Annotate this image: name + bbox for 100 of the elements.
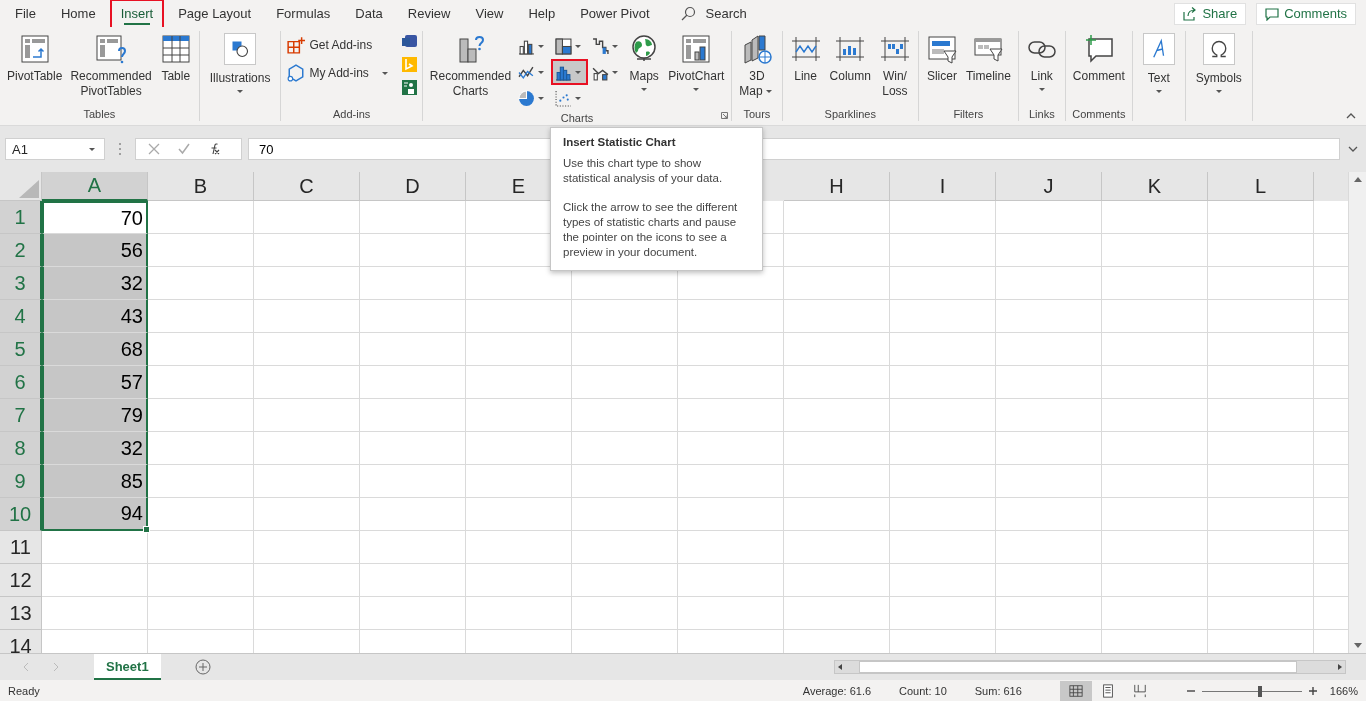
ribbon-button[interactable]: Recommended PivotTables [67, 31, 155, 101]
selected-cell[interactable]: 94 [42, 498, 148, 531]
row-header[interactable]: 5 [0, 333, 42, 366]
search-field[interactable]: Search [703, 5, 778, 22]
app-icon[interactable] [400, 33, 418, 50]
ribbon-button[interactable]: Get Add-ins [285, 31, 393, 59]
caret-icon [89, 147, 95, 151]
row-header[interactable]: 6 [0, 366, 42, 399]
selected-cell[interactable]: 68 [42, 333, 148, 366]
scroll-down-icon[interactable] [1353, 643, 1362, 649]
row-header[interactable]: 12 [0, 564, 42, 597]
ribbon-button[interactable]: Symbols [1189, 31, 1248, 99]
ribbon-button[interactable]: Link [1022, 31, 1061, 97]
scrollbar-thumb[interactable] [859, 661, 1297, 673]
ribbon-tab[interactable]: Page Layout [169, 0, 261, 27]
column-header[interactable]: H [784, 172, 890, 201]
row-header[interactable]: 14 [0, 630, 42, 653]
row-header[interactable]: 9 [0, 465, 42, 498]
selected-cell[interactable]: 57 [42, 366, 148, 399]
ribbon-button[interactable]: PivotChart [665, 31, 728, 97]
ribbon-button[interactable]: Illustrations [203, 31, 277, 99]
vertical-scrollbar[interactable] [1348, 172, 1366, 653]
horizontal-scrollbar[interactable] [834, 660, 1346, 674]
share-button[interactable]: Share [1174, 2, 1247, 25]
name-box[interactable]: A1 [5, 138, 105, 160]
selected-cell[interactable]: 43 [42, 300, 148, 333]
row-header[interactable]: 13 [0, 597, 42, 630]
column-header[interactable]: D [360, 172, 466, 201]
zoom-level[interactable]: 166% [1329, 685, 1358, 697]
cell-value: 79 [120, 403, 143, 427]
caret-icon [575, 96, 582, 100]
row-header[interactable]: 8 [0, 432, 42, 465]
ribbon-button[interactable]: Column [826, 31, 874, 86]
ribbon-tab[interactable]: Insert [111, 0, 163, 27]
ribbon-tab[interactable]: Data [346, 0, 392, 27]
ribbon-button[interactable]: Line [786, 31, 825, 86]
chart-type-button[interactable] [553, 61, 587, 83]
row-header[interactable]: 2 [0, 234, 42, 267]
column-header[interactable]: C [254, 172, 360, 201]
cell-value: 57 [120, 370, 143, 394]
normal-view-icon [1068, 684, 1083, 698]
ribbon-tab[interactable]: Help [519, 0, 565, 27]
page-break-icon [1132, 684, 1147, 698]
ribbon-button[interactable]: Recommended Charts [426, 31, 515, 101]
ribbon-button[interactable]: Win/ Loss [875, 31, 914, 101]
dialog-launcher-icon[interactable] [721, 112, 729, 119]
page-layout-icon [1100, 684, 1115, 698]
row-header[interactable]: 1 [0, 201, 42, 234]
ribbon-button[interactable]: Comment [1069, 31, 1128, 86]
drag-handle-icon[interactable] [118, 142, 122, 156]
ribbon-button[interactable]: My Add-ins [285, 59, 393, 87]
selected-cell[interactable]: 79 [42, 399, 148, 432]
column-header[interactable]: J [996, 172, 1102, 201]
ribbon-button[interactable]: Table [156, 31, 195, 86]
cell-value: 32 [120, 436, 143, 460]
row-header[interactable]: 11 [0, 531, 42, 564]
selected-cell[interactable]: 32 [42, 267, 148, 300]
expand-icon[interactable] [1348, 146, 1358, 152]
ribbon-button[interactable]: Maps [625, 31, 664, 97]
column-header[interactable]: K [1102, 172, 1208, 201]
ribbon-tab[interactable]: File [6, 0, 45, 27]
group-label: Sparklines [824, 108, 876, 120]
ribbon-tab[interactable]: Formulas [267, 0, 340, 27]
sum-text: Sum: 616 [974, 685, 1022, 697]
add-sheet-icon[interactable] [194, 659, 211, 675]
ribbon-button[interactable]: Text [1136, 31, 1181, 99]
cell-value: 43 [120, 304, 143, 328]
ribbon-button[interactable]: PivotTable [4, 31, 66, 86]
sheet-tab[interactable]: Sheet1 [94, 654, 161, 680]
cell-value: 94 [120, 502, 143, 525]
selected-cell[interactable]: 32 [42, 432, 148, 465]
hierarchy-chart-icon [555, 37, 573, 55]
selected-cell[interactable]: 70 [42, 201, 148, 234]
scroll-up-icon[interactable] [1353, 176, 1362, 182]
column-header[interactable]: L [1208, 172, 1314, 201]
ribbon-tab[interactable]: Review [398, 0, 460, 27]
group-label: Tours [743, 108, 771, 120]
collapse-ribbon-icon[interactable] [1346, 113, 1356, 119]
view-button[interactable] [1059, 681, 1092, 701]
fill-handle[interactable] [143, 526, 150, 533]
row-header[interactable]: 3 [0, 267, 42, 300]
ribbon-button[interactable]: Slicer [922, 31, 961, 86]
row-header[interactable]: 7 [0, 399, 42, 432]
selected-cell[interactable]: 56 [42, 234, 148, 267]
selected-cell[interactable]: 85 [42, 465, 148, 498]
row-header[interactable]: 4 [0, 300, 42, 333]
zoom-in-icon[interactable] [1307, 686, 1318, 696]
column-header[interactable]: A [42, 172, 148, 201]
comments-button[interactable]: Comments [1256, 2, 1356, 25]
ribbon-tab[interactable]: Home [51, 0, 105, 27]
column-header[interactable]: I [890, 172, 996, 201]
ribbon-tab[interactable]: Power Pivot [571, 0, 659, 27]
ribbon-button[interactable]: 3D Map [736, 31, 778, 101]
row-header[interactable]: 10 [0, 498, 42, 531]
check-icon[interactable] [178, 143, 190, 155]
ribbon-button[interactable]: Timeline [962, 31, 1014, 86]
app-icon[interactable] [400, 79, 418, 96]
ribbon-tab[interactable]: View [466, 0, 513, 27]
cell-value: 68 [120, 337, 143, 361]
column-header[interactable]: B [148, 172, 254, 201]
